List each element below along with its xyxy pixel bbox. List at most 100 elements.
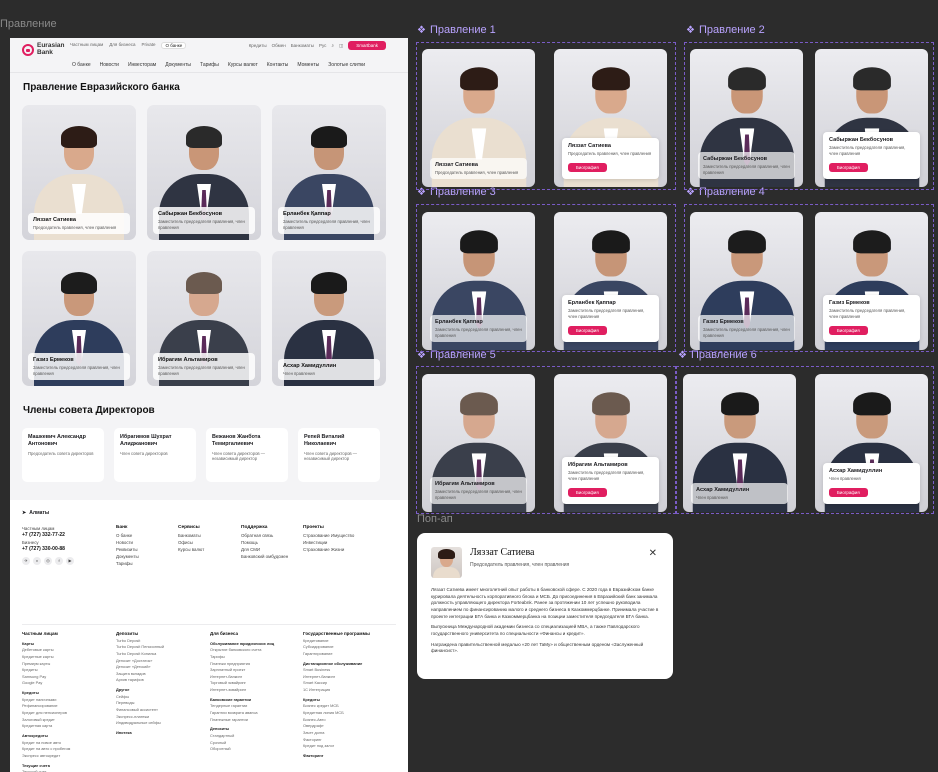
sitemap-title[interactable]: Депозиты [116, 630, 164, 638]
footer-link[interactable]: Офисы [178, 540, 204, 547]
sitemap-link[interactable]: Рефинансирование [22, 703, 70, 710]
nav-item[interactable]: Моменты [297, 62, 319, 68]
director-card[interactable]: Ибрагимов Шухрат Алиджанович Член совета … [114, 428, 196, 482]
sitemap-subtitle[interactable]: Банковские гарантии [210, 697, 274, 704]
sitemap-link[interactable]: Google Pay [22, 680, 70, 687]
sitemap-link[interactable]: Оборотный [210, 746, 274, 753]
nav-item[interactable]: Тарифы [200, 62, 219, 68]
nav-item[interactable]: Новости [100, 62, 119, 68]
variant-card[interactable]: Сабыржан Бекбосунов Заместитель председат… [815, 49, 928, 187]
sitemap-link[interactable]: Дебетовые карты [22, 647, 70, 654]
biography-button[interactable]: Биография [568, 488, 607, 497]
board-member-card[interactable]: Сабыржан Бекбосунов Заместитель председат… [147, 105, 261, 240]
variant-card[interactable]: Газиз Ермеков Заместитель председателя пр… [690, 212, 803, 350]
footer-link[interactable]: О банке [116, 533, 139, 540]
sitemap-subtitle[interactable]: Карты [22, 641, 70, 648]
sitemap-link[interactable]: Защита вкладов [116, 671, 164, 678]
nav-item[interactable]: Курсы валют [228, 62, 258, 68]
footer-link[interactable]: Для СМИ [241, 547, 288, 554]
sitemap-link[interactable]: Бизнес-Авто [303, 717, 370, 724]
board-member-card[interactable]: Асхар Хамидуллин Член правления [272, 251, 386, 386]
sitemap-title[interactable]: Для бизнеса [210, 630, 274, 638]
sitemap-subtitle[interactable]: Автокредиты [22, 733, 70, 740]
top-link[interactable]: Для бизнеса [109, 42, 135, 49]
variant-card[interactable]: Ляззат Сатиева Председатель правления, чл… [554, 49, 667, 187]
top-link[interactable]: Частным лицам [70, 42, 103, 49]
top-right-link[interactable]: Обмен [272, 43, 286, 48]
sitemap-link[interactable]: Кредиты [22, 667, 70, 674]
nav-item[interactable]: Инвесторам [128, 62, 156, 68]
sitemap-link[interactable]: Samsung Pay [22, 674, 70, 681]
variant-card[interactable]: Ляззат Сатиева Председатель правления, чл… [422, 49, 535, 187]
sitemap-link[interactable]: Платежи предприятия [210, 661, 274, 668]
footer-link[interactable]: Банкоматы [178, 533, 204, 540]
variant-card[interactable]: Ерланбек Қаппар Заместитель председателя … [422, 212, 535, 350]
sitemap-title[interactable]: Частным лицам [22, 630, 70, 638]
sitemap-link[interactable]: Гарантирование [303, 651, 370, 658]
footer-link[interactable]: Тарифы [116, 561, 139, 568]
sitemap-link[interactable]: Субсидирование [303, 644, 370, 651]
variant-card[interactable]: Асхар Хамидуллин Член правления Биография [815, 374, 928, 512]
contact-phone[interactable]: +7 (727) 330-00-88 [22, 546, 74, 553]
sitemap-link[interactable]: Экспресс автокредит [22, 753, 70, 760]
sitemap-link[interactable]: Smart Business [303, 667, 370, 674]
footer-link[interactable]: Курсы валют [178, 547, 204, 554]
sitemap-link[interactable]: Тарифы [210, 654, 274, 661]
sitemap-link[interactable]: Стандартный [210, 733, 274, 740]
variant-card[interactable]: Ибрагим Альтамиров Заместитель председате… [554, 374, 667, 512]
footer-link[interactable]: Банковский омбудсмен [241, 554, 288, 561]
sitemap-link[interactable]: Turbo Deposit [116, 638, 164, 645]
sitemap-link[interactable]: Зачет долга [303, 730, 370, 737]
board-member-card[interactable]: Ерланбек Қаппар Заместитель председателя … [272, 105, 386, 240]
biography-button[interactable]: Биография [568, 163, 607, 172]
sitemap-subtitle[interactable]: Ипотека [116, 730, 164, 737]
sitemap-link[interactable]: Кредитные карты [22, 654, 70, 661]
sitemap-link[interactable]: Гарантии возврата аванса [210, 710, 274, 717]
sitemap-link[interactable]: Кредит для пенсионеров [22, 710, 70, 717]
director-card[interactable]: Машкевич Александр Антонович Председатель… [22, 428, 104, 482]
footer-link[interactable]: Новости [116, 540, 139, 547]
variant-card[interactable]: Сабыржан Бекбосунов Заместитель председат… [690, 49, 803, 187]
sitemap-link[interactable]: Торговый эквайринг [210, 680, 274, 687]
biography-button[interactable]: Биография [829, 163, 868, 172]
sitemap-link[interactable]: Индивидуальные сейфы [116, 720, 164, 727]
sitemap-link[interactable]: Кредитная линия МСБ [303, 710, 370, 717]
sitemap-subtitle[interactable]: Депозиты [210, 726, 274, 733]
top-link[interactable]: Private [141, 42, 155, 49]
sitemap-link[interactable]: Открытие банковского счета [210, 647, 274, 654]
sitemap-subtitle[interactable]: Кредиты [22, 690, 70, 697]
biography-button[interactable]: Биография [568, 326, 607, 335]
language-select[interactable]: Рус [319, 43, 326, 48]
search-icon[interactable]: ⌕ [331, 43, 334, 48]
sitemap-link[interactable]: Экспресс-платежи [116, 714, 164, 721]
sitemap-link[interactable]: Бизнес кредит МСБ [303, 703, 370, 710]
board-member-card[interactable]: Ляззат Сатиева Председатель правления, чл… [22, 105, 136, 240]
sitemap-link[interactable]: Кредит наличными [22, 697, 70, 704]
sitemap-subtitle[interactable]: Факторинг [303, 753, 370, 760]
footer-link[interactable]: Обратная связь [241, 533, 288, 540]
smartbank-button[interactable]: Smartbank [348, 41, 386, 50]
nav-item[interactable]: О банке [72, 62, 91, 68]
variant-card[interactable]: Газиз Ермеков Заместитель председателя пр… [815, 212, 928, 350]
facebook-icon[interactable]: f [55, 557, 63, 566]
sitemap-link[interactable]: Депозит «Достаток» [116, 658, 164, 665]
sitemap-link[interactable]: Овердрафт [303, 723, 370, 730]
contact-phone[interactable]: +7 (727) 332-77-22 [22, 532, 74, 539]
sitemap-link[interactable]: Кредитная карта [22, 723, 70, 730]
accessibility-icon[interactable]: ◫ [339, 43, 343, 49]
footer-link[interactable]: Реквизиты [116, 547, 139, 554]
director-card[interactable]: Репей Виталий Николаевич Член совета дире… [298, 428, 380, 482]
sitemap-title[interactable]: Государственные программы [303, 630, 370, 638]
sitemap-link[interactable]: Переводы [116, 700, 164, 707]
youtube-icon[interactable]: ▶ [66, 557, 74, 566]
sitemap-link[interactable]: Финансовый ассистент [116, 707, 164, 714]
footer-link[interactable]: Документы [116, 554, 139, 561]
variant-card[interactable]: Ибрагим Альтамиров Заместитель председате… [422, 374, 535, 512]
instagram-icon[interactable]: ◎ [44, 557, 52, 566]
sitemap-link[interactable]: Интернет-банкинг [210, 674, 274, 681]
city-selector[interactable]: ➤ Алматы [22, 510, 396, 516]
top-link-active[interactable]: О банке [161, 42, 187, 49]
footer-link[interactable]: Страхование Имущество [303, 533, 354, 540]
vk-icon[interactable]: v [33, 557, 41, 566]
sitemap-link[interactable]: Депозит «Детский» [116, 664, 164, 671]
